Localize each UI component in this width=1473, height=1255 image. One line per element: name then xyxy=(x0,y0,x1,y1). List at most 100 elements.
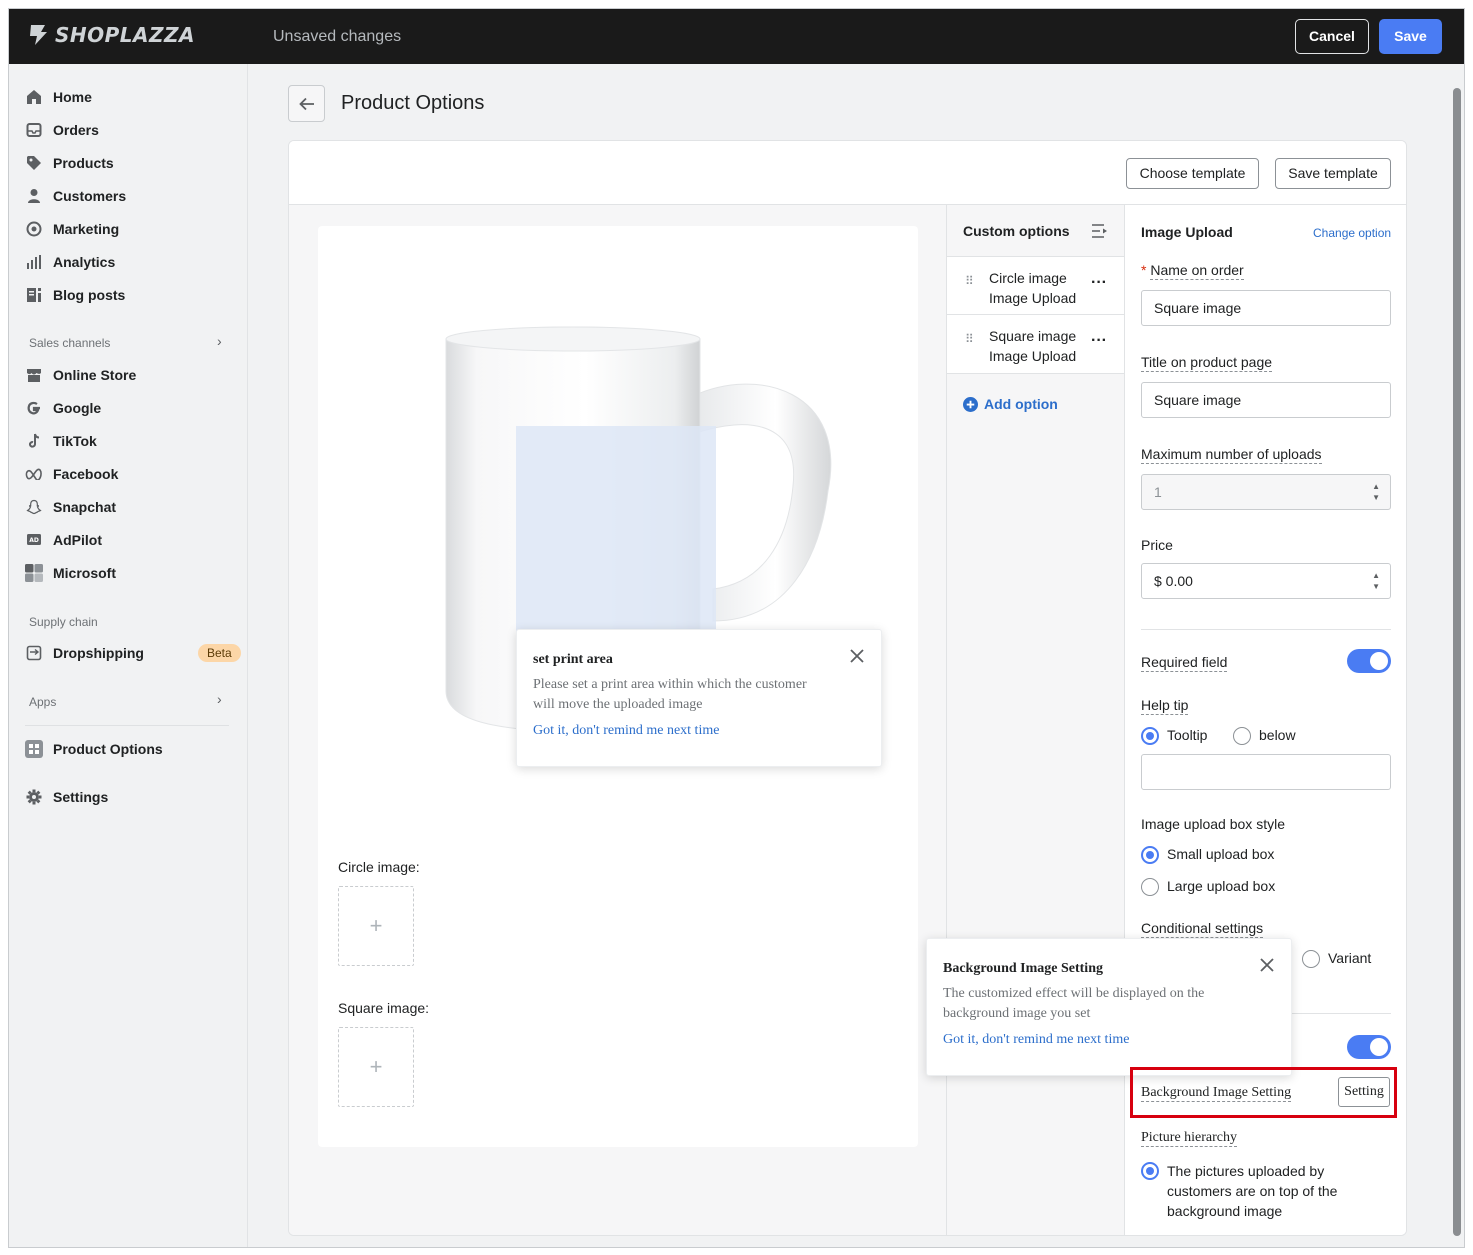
page-title: Product Options xyxy=(341,92,485,114)
sidebar-item-orders[interactable]: Orders xyxy=(25,118,99,142)
hierarchy-top-radio[interactable]: The pictures uploaded by customers are on… xyxy=(1141,1161,1337,1221)
sidebar-item-adpilot[interactable]: AD AdPilot xyxy=(25,528,102,552)
small-upload-box-radio[interactable]: Small upload box xyxy=(1141,846,1274,864)
store-icon xyxy=(25,366,43,384)
page-scrollbar[interactable] xyxy=(1449,64,1464,1247)
close-icon[interactable] xyxy=(849,648,865,664)
gear-icon xyxy=(25,788,43,806)
option-item-circle-image[interactable]: ⠿ Circle image Image Upload ··· xyxy=(947,256,1124,315)
sidebar-item-online-store[interactable]: Online Store xyxy=(25,363,136,387)
sidebar-item-dropshipping[interactable]: Dropshipping Beta xyxy=(25,641,241,665)
plus-icon: + xyxy=(369,913,383,938)
sidebar-item-label: Settings xyxy=(53,789,109,805)
max-uploads-label: Maximum number of uploads xyxy=(1141,446,1322,464)
close-icon[interactable] xyxy=(1259,957,1275,973)
more-options-icon[interactable]: ··· xyxy=(1091,274,1107,292)
sidebar-item-analytics[interactable]: Analytics xyxy=(25,250,115,274)
price-label: Price xyxy=(1141,537,1173,553)
sidebar-item-tiktok[interactable]: TikTok xyxy=(25,429,97,453)
back-button[interactable] xyxy=(288,85,325,122)
cancel-button[interactable]: Cancel xyxy=(1295,19,1369,54)
required-asterisk: * xyxy=(1141,262,1147,278)
sidebar-item-microsoft[interactable]: Microsoft xyxy=(25,561,116,585)
name-on-order-input[interactable]: Square image xyxy=(1141,290,1391,326)
drag-handle-icon[interactable]: ⠿ xyxy=(965,333,974,345)
dismiss-link[interactable]: Got it, don't remind me next time xyxy=(533,723,719,739)
sidebar-item-label: Snapchat xyxy=(53,499,117,515)
title-on-product-page-label: Title on product page xyxy=(1141,354,1273,372)
collapse-panel-icon[interactable] xyxy=(1091,224,1109,238)
tag-icon xyxy=(25,154,43,172)
sidebar-item-customers[interactable]: Customers xyxy=(25,184,126,208)
large-upload-box-radio[interactable]: Large upload box xyxy=(1141,878,1275,896)
unsaved-status: Unsaved changes xyxy=(273,28,402,45)
meta-icon xyxy=(25,465,43,483)
settings-title: Image Upload xyxy=(1141,224,1233,240)
sidebar-item-products[interactable]: Products xyxy=(25,151,114,175)
stepper-arrows-icon[interactable]: ▲ ▼ xyxy=(1372,570,1380,592)
highlight-box xyxy=(1130,1067,1397,1118)
title-on-product-page-input[interactable]: Square image xyxy=(1141,382,1391,418)
change-option-link[interactable]: Change option xyxy=(1313,226,1391,240)
drag-handle-icon[interactable]: ⠿ xyxy=(965,275,974,287)
circle-image-upload[interactable]: + xyxy=(338,886,414,966)
top-bar: SHOPLAZZA Unsaved changes Cancel Save xyxy=(9,9,1464,64)
sidebar-item-label: Analytics xyxy=(53,254,116,270)
snapchat-icon xyxy=(25,498,43,516)
radio-empty-icon xyxy=(1233,727,1251,745)
blog-icon xyxy=(25,286,43,304)
custom-options-panel: Custom options ⠿ Circle image Image Uploa… xyxy=(947,205,1124,1235)
apps-heading: Apps xyxy=(29,695,57,709)
radio-empty-icon xyxy=(1302,950,1320,968)
sidebar-item-settings[interactable]: Settings xyxy=(25,785,108,809)
more-options-icon[interactable]: ··· xyxy=(1091,332,1107,350)
add-option-button[interactable]: Add option xyxy=(963,396,1058,412)
sidebar-item-label: Microsoft xyxy=(53,565,116,581)
adpilot-icon: AD xyxy=(25,531,43,549)
scrollbar-thumb[interactable] xyxy=(1453,88,1461,1236)
stepper-arrows-icon[interactable]: ▲ ▼ xyxy=(1372,481,1380,503)
price-input[interactable]: $ 0.00 ▲ ▼ xyxy=(1141,563,1391,599)
sidebar-item-snapchat[interactable]: Snapchat xyxy=(25,495,116,519)
save-button[interactable]: Save xyxy=(1379,19,1442,54)
inbox-icon xyxy=(25,121,43,139)
picture-hierarchy-label: Picture hierarchy xyxy=(1141,1130,1238,1147)
help-tip-below-radio[interactable]: below xyxy=(1233,727,1296,745)
shoplazza-logo-icon xyxy=(30,25,47,45)
person-icon xyxy=(25,187,43,205)
sidebar-item-home[interactable]: Home xyxy=(25,85,92,109)
microsoft-icon xyxy=(25,564,43,582)
option-item-square-image[interactable]: ⠿ Square image Image Upload ··· xyxy=(947,315,1124,374)
sidebar-item-marketing[interactable]: Marketing xyxy=(25,217,119,241)
choose-template-button[interactable]: Choose template xyxy=(1126,158,1259,189)
brand-name: SHOPLAZZA xyxy=(55,23,196,47)
required-field-label: Required field xyxy=(1141,654,1228,672)
sidebar-item-product-options[interactable]: Product Options xyxy=(25,737,163,761)
conditional-variant-radio[interactable]: Variant xyxy=(1302,950,1371,968)
sidebar-item-blog-posts[interactable]: Blog posts xyxy=(25,283,125,307)
background-image-toggle[interactable] xyxy=(1347,1035,1391,1059)
custom-options-heading: Custom options xyxy=(963,223,1070,239)
sidebar-item-label: Google xyxy=(53,400,102,416)
sales-channels-chevron-icon[interactable]: › xyxy=(217,333,222,349)
sidebar-item-facebook[interactable]: Facebook xyxy=(25,462,118,486)
save-template-button[interactable]: Save template xyxy=(1275,158,1391,189)
sidebar-item-google[interactable]: Google xyxy=(25,396,101,420)
brand-logo[interactable]: SHOPLAZZA xyxy=(27,23,195,47)
beta-badge: Beta xyxy=(198,644,241,662)
square-image-upload[interactable]: + xyxy=(338,1027,414,1107)
help-tip-tooltip-radio[interactable]: Tooltip xyxy=(1141,727,1207,745)
home-icon xyxy=(25,88,43,106)
popover-title: Background Image Setting xyxy=(943,961,1103,976)
dismiss-link[interactable]: Got it, don't remind me next time xyxy=(943,1032,1129,1048)
help-tip-input[interactable] xyxy=(1141,754,1391,790)
upload-box-style-label: Image upload box style xyxy=(1141,816,1285,832)
bar-chart-icon xyxy=(25,253,43,271)
add-option-label: Add option xyxy=(984,396,1058,412)
max-uploads-input[interactable]: 1 ▲ ▼ xyxy=(1141,474,1391,510)
required-field-toggle[interactable] xyxy=(1347,649,1391,673)
apps-chevron-icon[interactable]: › xyxy=(217,691,222,707)
sidebar-item-label: Customers xyxy=(53,188,127,204)
arrow-left-icon xyxy=(298,97,314,110)
sidebar-item-label: TikTok xyxy=(53,433,97,449)
